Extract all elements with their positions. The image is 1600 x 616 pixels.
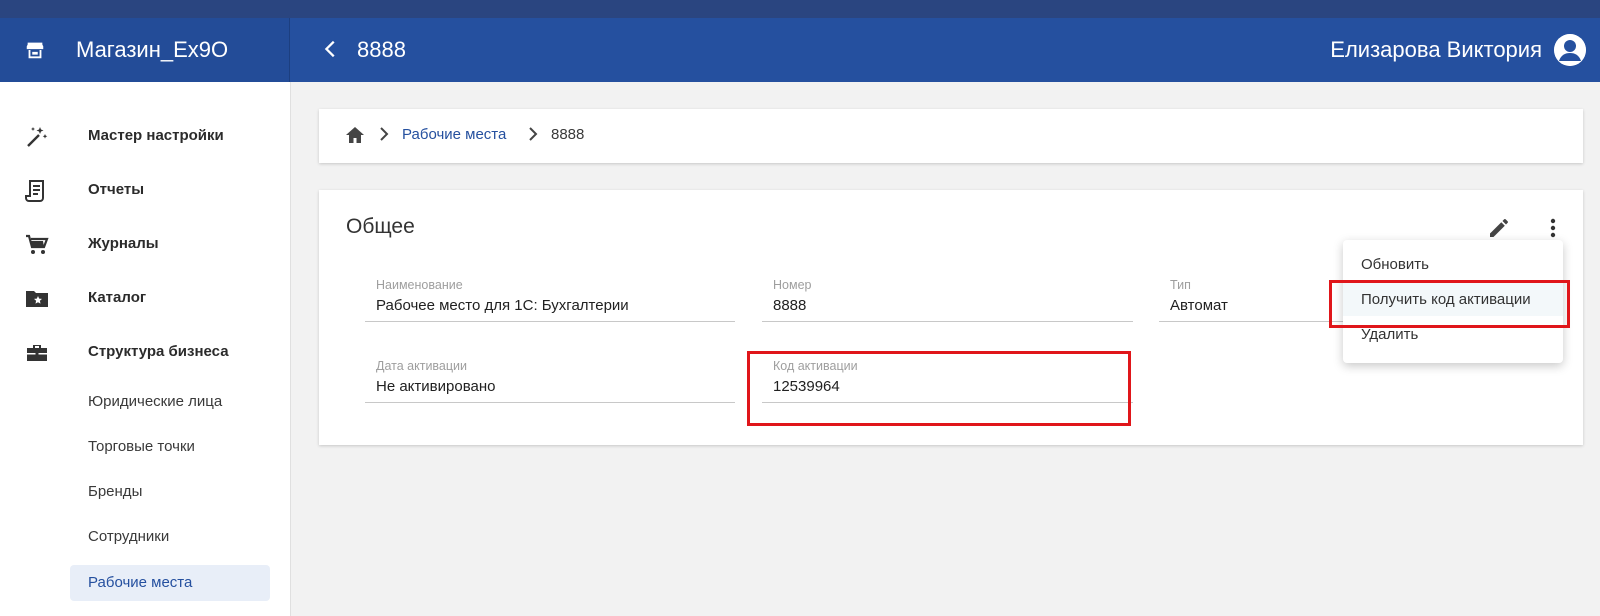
- app-bar: Магазин_Ex9O 8888 Елизарова Виктория: [0, 18, 1600, 82]
- chevron-right-icon: [380, 127, 389, 141]
- breadcrumb-current: 8888: [551, 126, 585, 143]
- section-title: Общее: [346, 215, 415, 238]
- store-icon: [26, 42, 44, 59]
- sidebar-subitem-label: Рабочие места: [88, 574, 193, 591]
- activation-date-field-value: Не активировано: [376, 378, 496, 395]
- activation-code-highlight: [747, 351, 1131, 426]
- sidebar-subitem-brands[interactable]: Бренды: [70, 474, 270, 510]
- sidebar-item-reports[interactable]: Отчеты: [0, 170, 290, 210]
- sidebar-subitem-employees[interactable]: Сотрудники: [70, 519, 270, 555]
- type-field-value: Автомат: [1170, 297, 1228, 314]
- sidebar-item-label: Отчеты: [88, 181, 145, 198]
- name-field-value: Рабочее место для 1С: Бухгалтерии: [376, 297, 629, 314]
- sidebar-subitem-retail-outlets[interactable]: Торговые точки: [70, 429, 270, 465]
- menu-item-label: Удалить: [1361, 326, 1419, 343]
- sidebar-subitem-label: Бренды: [88, 483, 143, 500]
- sidebar: Мастер настройки Отчеты Журналы Каталог: [0, 82, 291, 616]
- avatar[interactable]: [1554, 34, 1586, 66]
- sidebar-item-setup-wizard[interactable]: Мастер настройки: [0, 116, 290, 156]
- page-heading: 8888: [357, 37, 406, 62]
- home-icon[interactable]: [345, 125, 365, 145]
- number-field-label: Номер: [773, 278, 812, 292]
- edit-icon[interactable]: [1487, 216, 1511, 240]
- breadcrumb-link-workplaces[interactable]: Рабочие места: [402, 126, 506, 143]
- sidebar-subitem-workplaces[interactable]: Рабочие места: [70, 565, 270, 601]
- cart-icon: [26, 234, 49, 254]
- sidebar-item-label: Мастер настройки: [88, 127, 224, 144]
- more-vert-icon[interactable]: [1541, 216, 1565, 240]
- user-icon: [1554, 34, 1586, 66]
- sidebar-item-label: Структура бизнеса: [88, 343, 229, 360]
- sidebar-item-journals[interactable]: Журналы: [0, 224, 290, 264]
- app-name[interactable]: Магазин_Ex9O: [76, 36, 228, 64]
- sidebar-item-business-structure[interactable]: Структура бизнеса: [0, 332, 290, 372]
- chevron-right-icon: [529, 127, 538, 141]
- receipt-icon: [25, 180, 44, 202]
- sidebar-item-label: Каталог: [88, 289, 147, 306]
- name-field[interactable]: Наименование Рабочее место для 1С: Бухга…: [365, 278, 735, 322]
- folder-star-icon: [26, 291, 48, 307]
- back-icon[interactable]: [320, 38, 342, 60]
- sidebar-subitem-legal-entities[interactable]: Юридические лица: [70, 384, 270, 420]
- brand-area: Магазин_Ex9O: [0, 18, 290, 82]
- name-field-label: Наименование: [376, 278, 463, 292]
- number-field-value: 8888: [773, 297, 807, 314]
- type-field-label: Тип: [1170, 278, 1191, 292]
- sidebar-subitem-label: Торговые точки: [88, 438, 195, 455]
- user-name[interactable]: Елизарова Виктория: [1330, 36, 1542, 64]
- menu-item-refresh[interactable]: Обновить: [1343, 247, 1563, 281]
- activation-date-field[interactable]: Дата активации Не активировано: [365, 359, 735, 403]
- sidebar-item-catalog[interactable]: Каталог: [0, 278, 290, 318]
- sidebar-subitem-label: Юридические лица: [88, 393, 223, 410]
- top-strip: [0, 0, 1600, 18]
- type-field[interactable]: Тип Автомат: [1159, 278, 1349, 322]
- sidebar-item-label: Журналы: [88, 235, 159, 252]
- breadcrumb: Рабочие места 8888: [319, 109, 1583, 163]
- magic-wand-icon: [27, 127, 48, 147]
- menu-item-highlight: [1329, 280, 1570, 328]
- number-field[interactable]: Номер 8888: [762, 278, 1133, 322]
- menu-item-label: Обновить: [1361, 256, 1429, 273]
- sidebar-subitem-label: Сотрудники: [88, 528, 170, 545]
- activation-date-field-label: Дата активации: [376, 359, 467, 373]
- briefcase-icon: [27, 345, 47, 361]
